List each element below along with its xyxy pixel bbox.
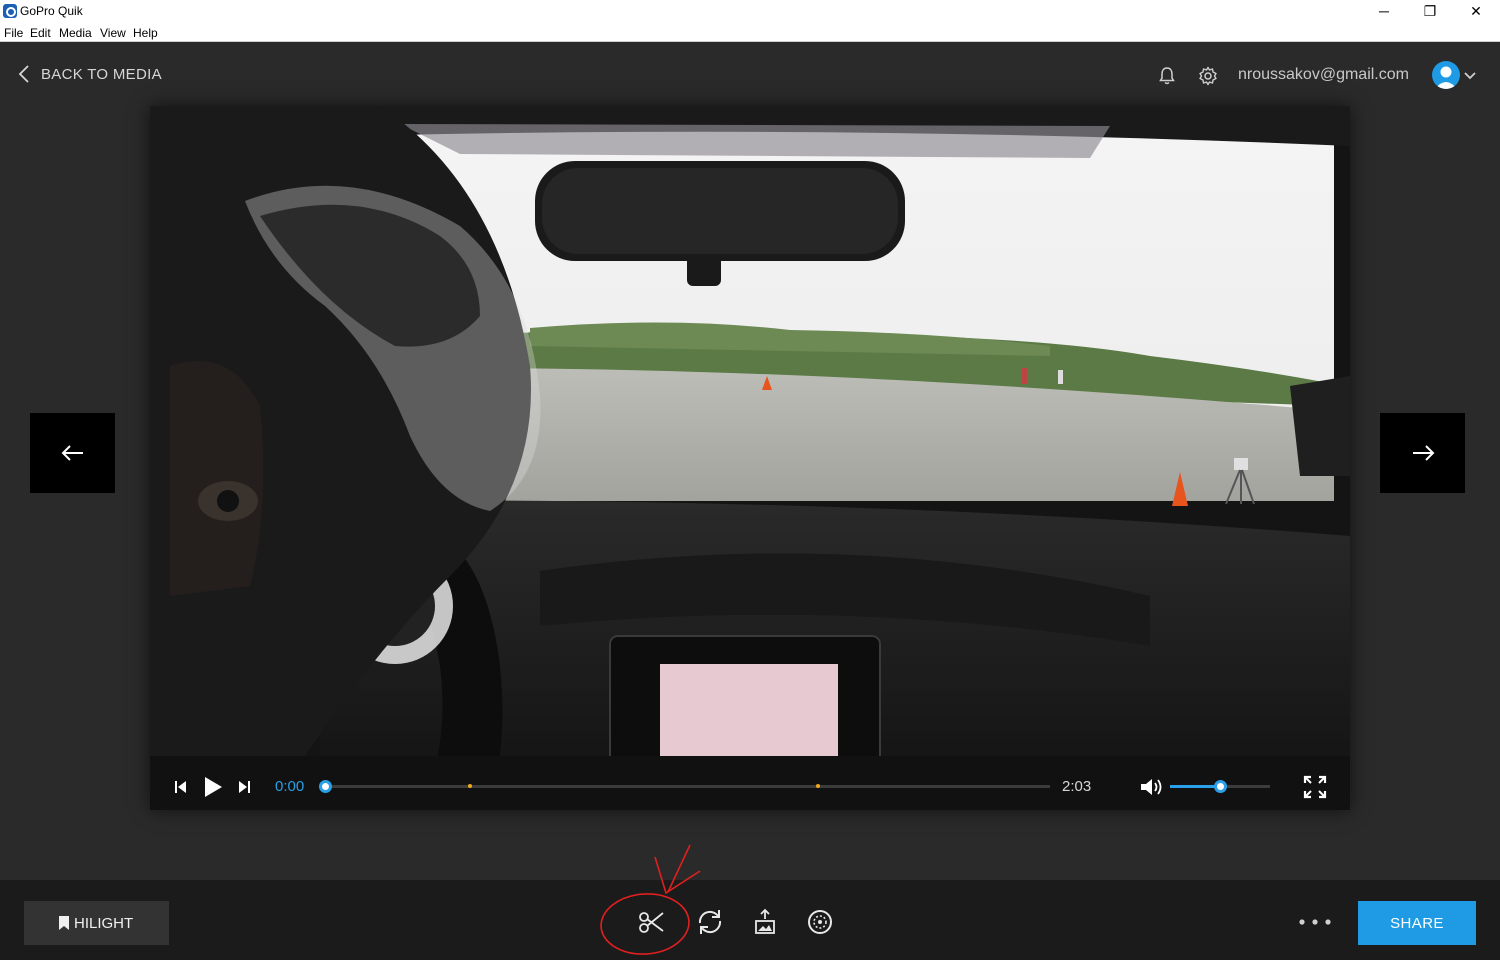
- arrow-left-icon: [61, 445, 83, 461]
- fullscreen-icon[interactable]: [1303, 775, 1327, 799]
- back-label: BACK TO MEDIA: [41, 65, 162, 83]
- total-time: 2:03: [1062, 778, 1092, 795]
- highlight-marker[interactable]: [468, 784, 472, 788]
- frame-grab-icon: [755, 908, 775, 934]
- speed-icon: [808, 910, 832, 934]
- menu-edit[interactable]: Edit: [30, 26, 51, 40]
- volume-fill: [1170, 785, 1220, 788]
- back-to-media-button[interactable]: BACK TO MEDIA: [18, 64, 162, 84]
- hilight-tag-icon: [59, 916, 69, 930]
- menu-file[interactable]: File: [4, 26, 23, 40]
- repeat-icon: [698, 910, 722, 934]
- volume-handle[interactable]: [1214, 780, 1227, 793]
- menu-help[interactable]: Help: [133, 26, 158, 40]
- arrow-right-icon: [1412, 445, 1434, 461]
- frame-grab-button[interactable]: [749, 906, 781, 938]
- title-bar: GoPro Quik ─ ❐ ✕: [0, 0, 1500, 23]
- chevron-down-icon[interactable]: [1464, 72, 1476, 80]
- volume-slider[interactable]: [1170, 780, 1270, 793]
- more-dots-icon[interactable]: [1298, 918, 1332, 926]
- menu-bar: File Edit Media View Help: [0, 23, 1500, 42]
- highlight-marker[interactable]: [816, 784, 820, 788]
- gopro-app-icon: [3, 4, 17, 18]
- share-button[interactable]: SHARE: [1358, 901, 1476, 945]
- progress-bar[interactable]: [319, 780, 1050, 793]
- volume-icon[interactable]: [1140, 777, 1164, 797]
- next-media-button[interactable]: [1380, 413, 1465, 493]
- loop-button[interactable]: [694, 906, 726, 938]
- scissors-icon: [639, 912, 664, 933]
- speed-button[interactable]: [804, 906, 836, 938]
- bell-icon[interactable]: [1157, 66, 1177, 86]
- menu-view[interactable]: View: [100, 26, 126, 40]
- skip-forward-icon[interactable]: [238, 780, 252, 794]
- skip-back-icon[interactable]: [173, 780, 187, 794]
- maximize-button[interactable]: ❐: [1407, 0, 1453, 23]
- gear-icon[interactable]: [1198, 66, 1218, 86]
- hilight-label: HILIGHT: [74, 914, 134, 932]
- trim-button[interactable]: [635, 906, 667, 938]
- menu-media[interactable]: Media: [59, 26, 92, 40]
- video-frame: [150, 106, 1350, 810]
- video-player[interactable]: [150, 106, 1350, 810]
- previous-media-button[interactable]: [30, 413, 115, 493]
- hilight-button[interactable]: HILIGHT: [24, 901, 169, 945]
- close-button[interactable]: ✕: [1453, 0, 1499, 23]
- minimize-button[interactable]: ─: [1361, 0, 1407, 23]
- current-time: 0:00: [275, 778, 305, 795]
- chevron-left-icon: [18, 65, 29, 83]
- play-icon[interactable]: [203, 776, 223, 798]
- progress-handle[interactable]: [319, 780, 332, 793]
- account-email[interactable]: nroussakov@gmail.com: [1238, 66, 1409, 84]
- window-title: GoPro Quik: [20, 4, 83, 18]
- user-avatar-icon[interactable]: [1432, 61, 1460, 89]
